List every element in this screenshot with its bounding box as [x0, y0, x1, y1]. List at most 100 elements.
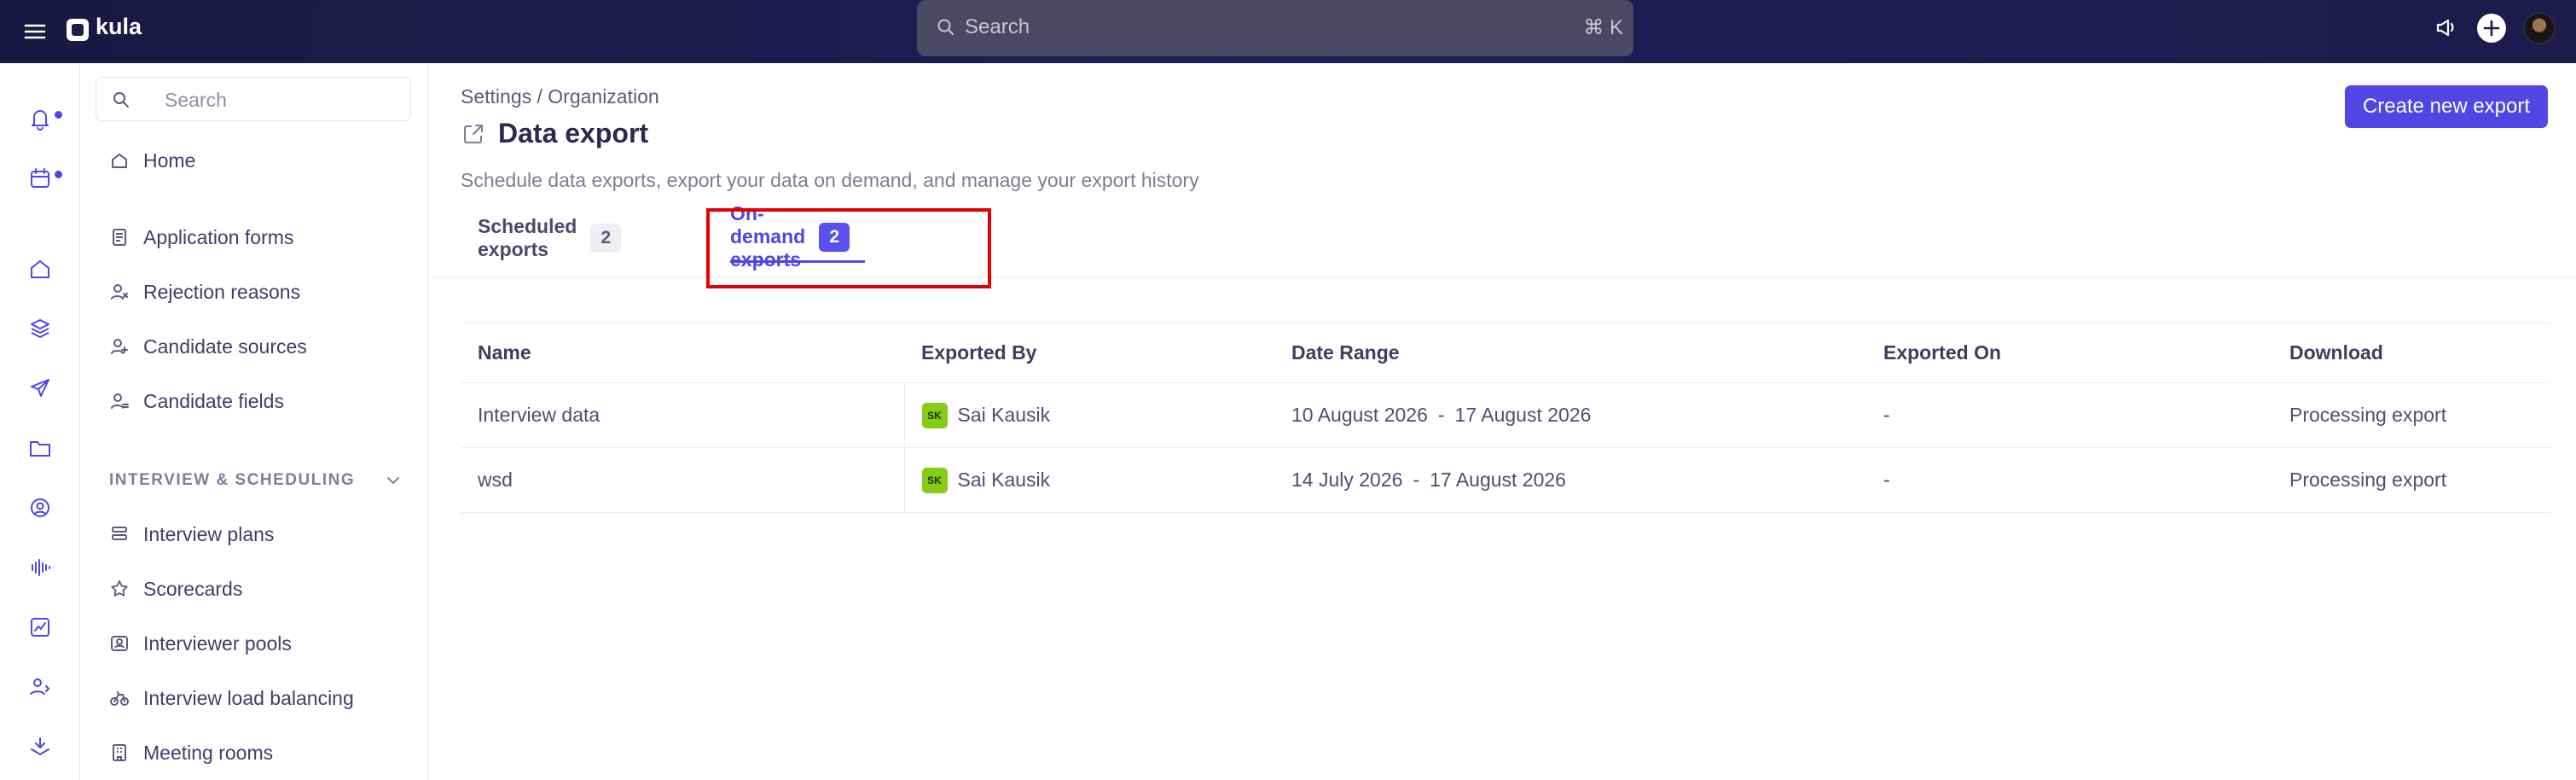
global-search-bar[interactable]: Search ⌘ K: [917, 0, 1633, 56]
column-header-date-range[interactable]: Date Range: [1274, 323, 1866, 383]
analytics-icon[interactable]: [27, 614, 53, 640]
add-new-icon[interactable]: [2475, 12, 2508, 44]
page-header: Data export: [461, 118, 648, 149]
tab-scheduled-exports[interactable]: Scheduled exports 2: [478, 213, 622, 263]
export-icon: [461, 121, 486, 147]
column-header-exported-on[interactable]: Exported On: [1866, 323, 2272, 383]
export-name: wsd: [461, 447, 904, 513]
sidebar-search-input[interactable]: Search: [96, 77, 411, 121]
date-range-end: 17 August 2026: [1454, 404, 1592, 426]
sidebar-item-label: Rejection reasons: [143, 280, 301, 303]
home-icon[interactable]: [27, 256, 53, 282]
date-range-cell: 10 August 2026 - 17 August 2026: [1274, 382, 1866, 448]
tabs-divider: [428, 276, 2576, 277]
date-range-start: 14 July 2026: [1291, 469, 1403, 491]
tab-label: On-demand exports: [730, 202, 806, 271]
announcements-icon[interactable]: [2433, 14, 2460, 41]
search-shortcut-hint: ⌘ K: [1583, 16, 1623, 39]
kula-logo-icon[interactable]: [67, 19, 89, 41]
layers-icon[interactable]: [27, 316, 53, 341]
user-circle-icon[interactable]: [27, 495, 53, 521]
date-range-start: 10 August 2026: [1291, 404, 1428, 426]
calendar-dot: [55, 171, 62, 178]
sidebar-item-interview-load-balancing[interactable]: Interview load balancing: [109, 681, 354, 715]
page-title: Data export: [498, 118, 649, 148]
send-icon[interactable]: [27, 375, 53, 401]
exported-by-name: Sai Kausik: [957, 469, 1051, 491]
date-range-end: 17 August 2026: [1430, 469, 1566, 491]
users-icon[interactable]: [27, 674, 53, 700]
tab-count-badge: 2: [590, 224, 622, 253]
create-new-export-button[interactable]: Create new export: [2345, 85, 2548, 128]
app-name[interactable]: kula: [96, 14, 142, 40]
exported-by-cell: SK Sai Kausik: [903, 447, 1274, 513]
sidebar-item-label: Candidate sources: [143, 335, 307, 358]
chevron-down-icon[interactable]: [384, 471, 403, 490]
sidebar-item-interview-plans[interactable]: Interview plans: [109, 517, 274, 551]
exports-table: Name Exported By Date Range Exported On …: [461, 323, 2550, 513]
download-status: Processing export: [2272, 382, 2550, 448]
pool-icon: [109, 633, 130, 654]
tab-label: Scheduled exports: [478, 215, 577, 260]
search-icon: [112, 90, 131, 109]
main-content: Settings / Organization Data export Sche…: [428, 63, 2576, 780]
sidebar-item-candidate-fields[interactable]: Candidate fields: [109, 384, 284, 418]
icon-rail: [0, 63, 80, 780]
sidebar-item-label: Candidate fields: [143, 389, 284, 412]
sidebar-item-label: Home: [143, 148, 196, 172]
avatar: SK: [921, 402, 948, 428]
star-icon: [109, 579, 130, 599]
sidebar-item-label: Interviewer pools: [143, 632, 292, 655]
column-header-download[interactable]: Download: [2272, 323, 2550, 383]
global-search-placeholder: Search: [965, 15, 1030, 38]
exported-on: -: [1866, 447, 2272, 513]
notifications-bell-icon[interactable]: [27, 106, 53, 131]
export-name: Interview data: [461, 382, 904, 448]
table-header-row: Name Exported By Date Range Exported On …: [461, 323, 2550, 383]
sidebar-section-interview-scheduling[interactable]: INTERVIEW & SCHEDULING: [109, 466, 403, 495]
breadcrumb[interactable]: Settings / Organization: [461, 85, 659, 108]
table-row[interactable]: Interview data SK Sai Kausik 10 August 2…: [461, 382, 2550, 448]
column-header-name[interactable]: Name: [461, 323, 904, 383]
sidebar-item-rejection-reasons[interactable]: Rejection reasons: [109, 275, 300, 309]
calendar-icon[interactable]: [27, 166, 53, 191]
page-subtitle: Schedule data exports, export your data …: [461, 169, 1199, 191]
sidebar-item-scorecards[interactable]: Scorecards: [109, 572, 242, 606]
audio-wave-icon[interactable]: [27, 555, 53, 580]
inbox-download-icon[interactable]: [27, 734, 53, 760]
document-icon: [109, 227, 130, 247]
exported-by-name: Sai Kausik: [957, 404, 1051, 426]
user-x-icon: [109, 282, 130, 302]
plan-icon: [109, 524, 130, 544]
bike-icon: [109, 688, 130, 708]
sidebar-item-label: Meeting rooms: [143, 741, 274, 764]
tab-on-demand-exports[interactable]: On-demand exports 2: [730, 202, 866, 271]
sidebar-item-label: Application forms: [143, 225, 294, 248]
hamburger-menu-icon[interactable]: [20, 17, 49, 46]
sidebar-item-application-forms[interactable]: Application forms: [109, 220, 293, 254]
avatar: SK: [921, 467, 948, 493]
sidebar-item-home[interactable]: Home: [109, 143, 195, 178]
sidebar-item-label: Interview load balancing: [143, 686, 354, 709]
download-status: Processing export: [2272, 447, 2550, 513]
sidebar-search-placeholder: Search: [165, 89, 227, 111]
table-row[interactable]: wsd SK Sai Kausik 14 July 2026 - 17 Augu…: [461, 447, 2550, 513]
folder-icon[interactable]: [27, 435, 53, 461]
sidebar-item-meeting-rooms[interactable]: Meeting rooms: [109, 736, 273, 770]
building-icon: [109, 742, 130, 763]
search-icon: [936, 17, 956, 38]
sidebar-section-label: INTERVIEW & SCHEDULING: [109, 471, 356, 489]
user-avatar[interactable]: [2523, 12, 2556, 44]
sidebar-item-label: Scorecards: [143, 577, 243, 600]
date-range-cell: 14 July 2026 - 17 August 2026: [1274, 447, 1866, 513]
date-range-separator: -: [1437, 404, 1445, 426]
sidebar-item-label: Interview plans: [143, 522, 275, 545]
notification-dot: [55, 111, 62, 119]
column-header-exported-by[interactable]: Exported By: [904, 323, 1274, 383]
user-source-icon: [109, 336, 130, 357]
sidebar-item-candidate-sources[interactable]: Candidate sources: [109, 329, 307, 364]
date-range-separator: -: [1413, 469, 1420, 491]
user-fields-icon: [109, 391, 130, 411]
sidebar-item-interviewer-pools[interactable]: Interviewer pools: [109, 626, 292, 661]
settings-sidebar: Search Home Application forms Rejection …: [80, 63, 428, 780]
